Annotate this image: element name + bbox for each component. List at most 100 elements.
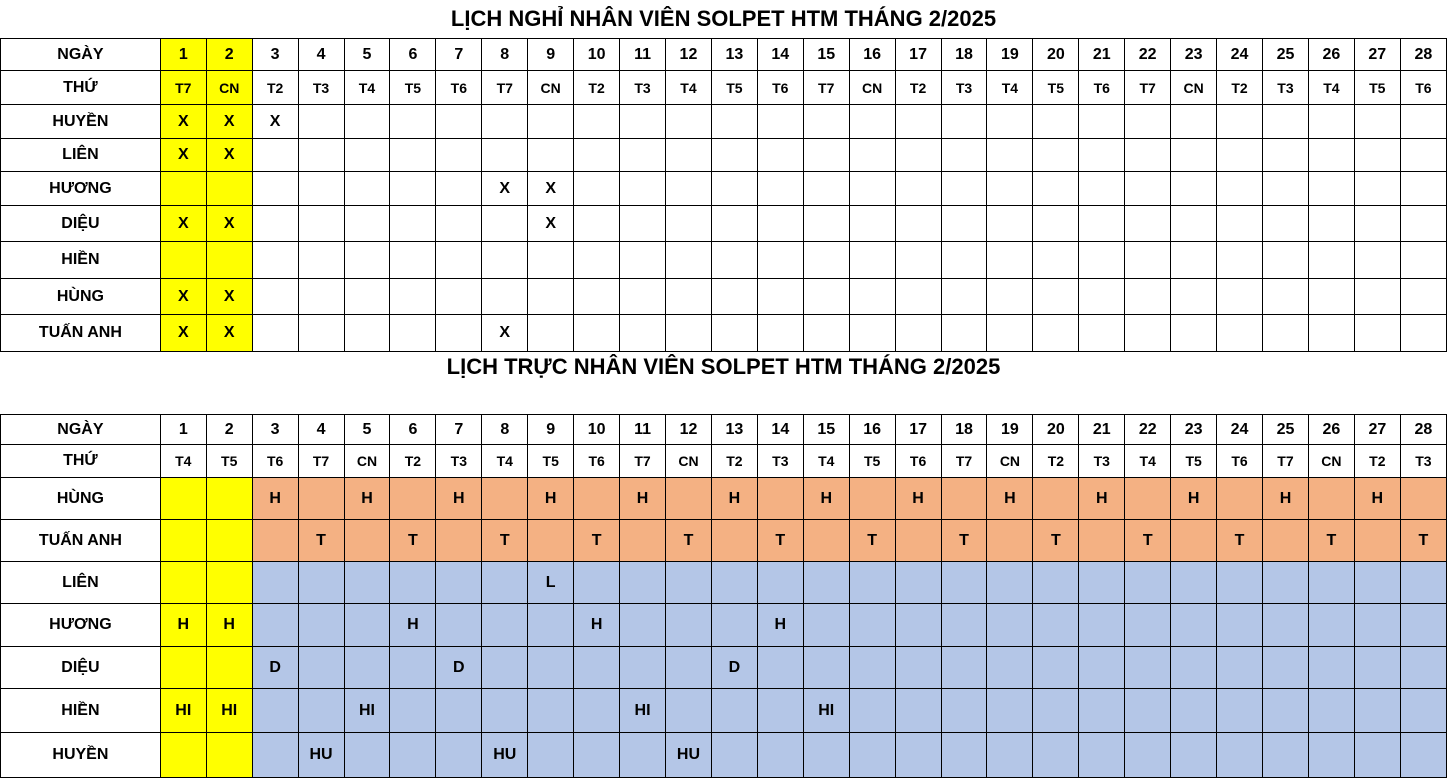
- schedule-cell[interactable]: [1307, 104, 1355, 139]
- schedule-cell[interactable]: [1262, 278, 1309, 315]
- schedule-cell[interactable]: [159, 519, 207, 562]
- schedule-cell[interactable]: [802, 732, 850, 778]
- schedule-cell[interactable]: [1170, 241, 1218, 279]
- schedule-cell[interactable]: [894, 688, 942, 733]
- schedule-cell[interactable]: [1307, 561, 1355, 604]
- schedule-cell[interactable]: [1262, 561, 1309, 604]
- schedule-cell[interactable]: [1078, 646, 1126, 689]
- schedule-cell[interactable]: X: [159, 138, 207, 172]
- schedule-cell[interactable]: [1032, 171, 1080, 206]
- schedule-cell[interactable]: [619, 561, 666, 604]
- schedule-cell[interactable]: [527, 314, 575, 352]
- schedule-cell[interactable]: [710, 171, 758, 206]
- schedule-cell[interactable]: [710, 561, 758, 604]
- schedule-cell[interactable]: [1032, 104, 1080, 139]
- schedule-cell[interactable]: [1170, 314, 1218, 352]
- schedule-cell[interactable]: [1078, 688, 1126, 733]
- schedule-cell[interactable]: [251, 138, 299, 172]
- schedule-cell[interactable]: [389, 205, 437, 242]
- schedule-cell[interactable]: [1124, 171, 1172, 206]
- schedule-cell[interactable]: [573, 688, 621, 733]
- schedule-cell[interactable]: [573, 477, 621, 520]
- schedule-cell[interactable]: [389, 561, 437, 604]
- schedule-cell[interactable]: [205, 646, 253, 689]
- schedule-cell[interactable]: H: [389, 603, 437, 647]
- schedule-cell[interactable]: [756, 205, 804, 242]
- schedule-cell[interactable]: [940, 171, 988, 206]
- schedule-cell[interactable]: HI: [205, 688, 253, 733]
- schedule-cell[interactable]: H: [573, 603, 621, 647]
- schedule-cell[interactable]: [251, 519, 299, 562]
- schedule-cell[interactable]: [251, 171, 299, 206]
- schedule-cell[interactable]: [297, 314, 345, 352]
- schedule-cell[interactable]: T: [481, 519, 529, 562]
- schedule-cell[interactable]: [940, 603, 988, 647]
- schedule-cell[interactable]: [481, 138, 529, 172]
- schedule-cell[interactable]: [1307, 732, 1355, 778]
- schedule-cell[interactable]: [1216, 278, 1263, 315]
- schedule-cell[interactable]: [573, 278, 621, 315]
- schedule-cell[interactable]: X: [159, 278, 207, 315]
- schedule-cell[interactable]: [1170, 561, 1218, 604]
- schedule-cell[interactable]: [1078, 138, 1126, 172]
- schedule-cell[interactable]: [527, 603, 575, 647]
- schedule-cell[interactable]: [205, 477, 253, 520]
- schedule-cell[interactable]: [1032, 241, 1080, 279]
- schedule-cell[interactable]: [573, 205, 621, 242]
- schedule-cell[interactable]: [848, 603, 896, 647]
- schedule-cell[interactable]: [389, 477, 437, 520]
- schedule-cell[interactable]: [1307, 241, 1355, 279]
- schedule-cell[interactable]: [940, 241, 988, 279]
- schedule-cell[interactable]: [1032, 477, 1080, 520]
- schedule-cell[interactable]: X: [205, 104, 253, 139]
- schedule-cell[interactable]: [435, 104, 483, 139]
- schedule-cell[interactable]: [848, 732, 896, 778]
- schedule-cell[interactable]: [1124, 688, 1172, 733]
- schedule-cell[interactable]: [1353, 646, 1401, 689]
- schedule-cell[interactable]: [297, 205, 345, 242]
- schedule-cell[interactable]: [1262, 104, 1309, 139]
- schedule-cell[interactable]: H: [205, 603, 253, 647]
- schedule-cell[interactable]: [619, 171, 666, 206]
- schedule-cell[interactable]: [205, 171, 253, 206]
- schedule-cell[interactable]: [802, 278, 850, 315]
- schedule-cell[interactable]: [435, 603, 483, 647]
- schedule-cell[interactable]: [848, 646, 896, 689]
- schedule-cell[interactable]: H: [802, 477, 850, 520]
- schedule-cell[interactable]: [1032, 138, 1080, 172]
- schedule-cell[interactable]: [1262, 603, 1309, 647]
- schedule-cell[interactable]: [710, 138, 758, 172]
- schedule-cell[interactable]: [894, 561, 942, 604]
- schedule-cell[interactable]: [251, 603, 299, 647]
- schedule-cell[interactable]: [527, 519, 575, 562]
- schedule-cell[interactable]: X: [205, 138, 253, 172]
- schedule-cell[interactable]: [894, 603, 942, 647]
- schedule-cell[interactable]: [1170, 104, 1218, 139]
- schedule-cell[interactable]: X: [481, 171, 529, 206]
- schedule-cell[interactable]: [619, 104, 666, 139]
- schedule-cell[interactable]: T: [573, 519, 621, 562]
- schedule-cell[interactable]: [1032, 561, 1080, 604]
- schedule-cell[interactable]: [435, 519, 483, 562]
- schedule-cell[interactable]: [1399, 561, 1447, 604]
- schedule-cell[interactable]: [1170, 278, 1218, 315]
- schedule-cell[interactable]: [573, 241, 621, 279]
- schedule-cell[interactable]: [481, 477, 529, 520]
- schedule-cell[interactable]: [848, 688, 896, 733]
- schedule-cell[interactable]: [389, 241, 437, 279]
- schedule-cell[interactable]: [1124, 646, 1172, 689]
- schedule-cell[interactable]: [527, 278, 575, 315]
- schedule-cell[interactable]: [1170, 603, 1218, 647]
- schedule-cell[interactable]: [1032, 205, 1080, 242]
- schedule-cell[interactable]: [1216, 205, 1263, 242]
- schedule-cell[interactable]: [389, 314, 437, 352]
- schedule-cell[interactable]: [389, 104, 437, 139]
- schedule-cell[interactable]: [343, 646, 391, 689]
- schedule-cell[interactable]: X: [205, 314, 253, 352]
- schedule-cell[interactable]: [1216, 477, 1264, 520]
- schedule-cell[interactable]: H: [710, 477, 758, 520]
- schedule-cell[interactable]: H: [527, 477, 575, 520]
- schedule-cell[interactable]: [940, 732, 988, 778]
- schedule-cell[interactable]: [1216, 241, 1263, 279]
- schedule-cell[interactable]: [1353, 732, 1401, 778]
